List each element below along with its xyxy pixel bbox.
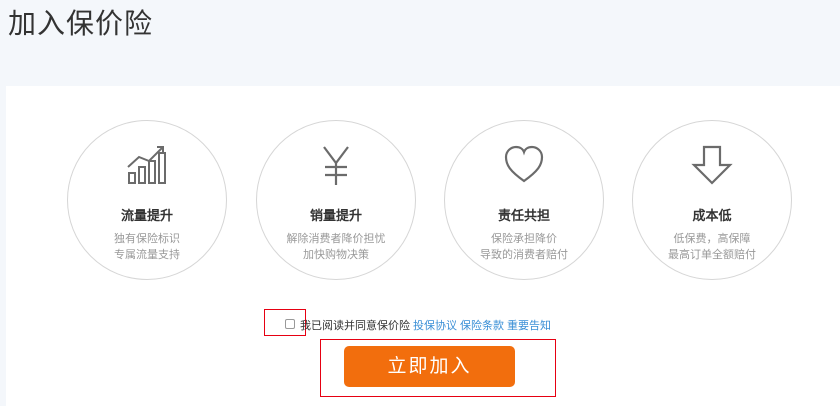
agreement-checkbox[interactable] — [285, 319, 295, 329]
feature-desc-line: 专属流量支持 — [114, 248, 180, 261]
feature-desc-line: 低保费，高保障 — [673, 232, 751, 245]
feature-desc-line: 加快购物决策 — [303, 248, 369, 261]
feature-desc: 独有保险标识 专属流量支持 — [78, 231, 216, 263]
yen-icon — [314, 143, 358, 187]
feature-desc-line: 独有保险标识 — [114, 232, 180, 245]
insurance-terms-link[interactable]: 保险条款 — [460, 319, 504, 332]
feature-sales: 销量提升 解除消费者降价担忧 加快购物决策 — [256, 120, 416, 280]
join-now-button[interactable]: 立即加入 — [344, 346, 515, 387]
insurance-agreement-link[interactable]: 投保协议 — [413, 319, 457, 332]
agreement-text: 我已阅读并同意保价险 — [300, 319, 410, 332]
page-title: 加入保价险 — [8, 7, 154, 40]
feature-desc: 低保费，高保障 最高订单全额赔付 — [643, 231, 781, 263]
feature-desc-line: 最高订单全额赔付 — [668, 248, 756, 261]
feature-desc-line: 解除消费者降价担忧 — [286, 232, 386, 245]
feature-low-cost: 成本低 低保费，高保障 最高订单全额赔付 — [632, 120, 792, 280]
down-arrow-icon — [690, 143, 734, 187]
growth-chart-icon — [125, 143, 169, 187]
feature-traffic: 流量提升 独有保险标识 专属流量支持 — [67, 120, 227, 280]
feature-title: 成本低 — [692, 209, 732, 224]
feature-desc-line: 导致的消费者赔付 — [480, 248, 568, 261]
feature-shared-responsibility: 责任共担 保险承担降价 导致的消费者赔付 — [444, 120, 604, 280]
agreement-line: 我已阅读并同意保价险 投保协议 保险条款 重要告知 — [300, 319, 551, 333]
heart-icon — [502, 143, 546, 187]
feature-title: 责任共担 — [497, 209, 550, 224]
feature-desc: 保险承担降价 导致的消费者赔付 — [455, 231, 593, 263]
important-notice-link[interactable]: 重要告知 — [507, 319, 551, 332]
feature-title: 流量提升 — [120, 209, 173, 224]
feature-title: 销量提升 — [309, 209, 362, 224]
feature-desc: 解除消费者降价担忧 加快购物决策 — [267, 231, 405, 263]
feature-desc-line: 保险承担降价 — [491, 232, 557, 245]
